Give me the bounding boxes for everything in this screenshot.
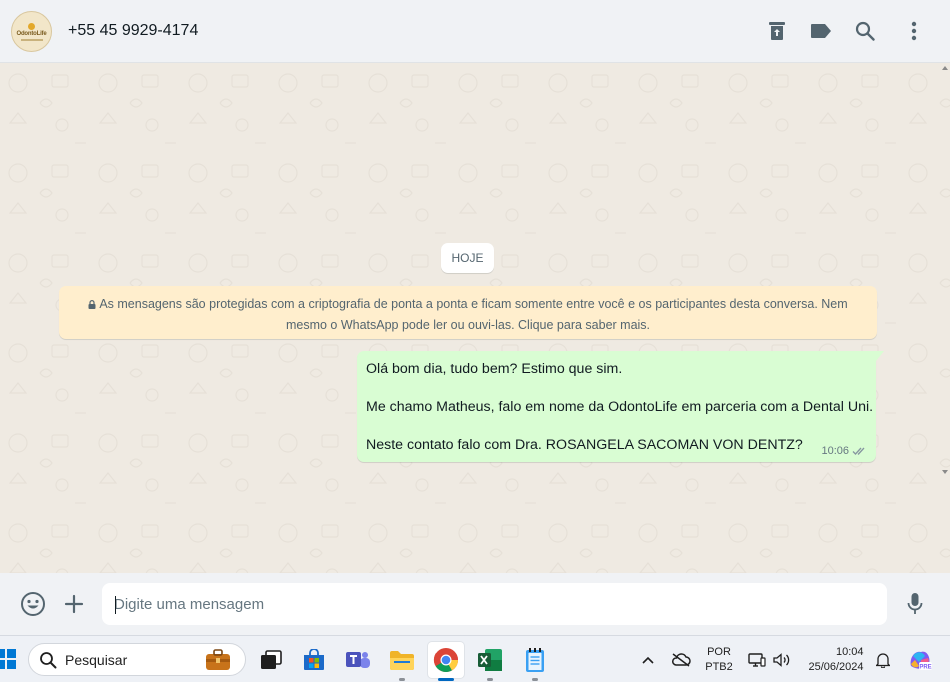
input-language-indicator[interactable]: POR PTB2 [700, 636, 738, 682]
text-caret [115, 596, 116, 614]
show-hidden-icons-chevron-icon[interactable] [638, 636, 658, 682]
task-view-icon[interactable] [253, 642, 289, 678]
contact-avatar[interactable]: OdontoLife [11, 11, 52, 52]
taskbar-search[interactable]: Pesquisar [28, 643, 246, 676]
avatar-brand-text: OdontoLife [16, 30, 47, 37]
app-running-indicator [532, 678, 538, 681]
notification-bell-icon[interactable] [873, 636, 893, 682]
language-code: POR [707, 645, 731, 658]
notepad-icon[interactable] [517, 642, 553, 681]
cloud-offline-icon[interactable] [669, 636, 693, 682]
encryption-notice[interactable]: As mensagens são protegidas com a cripto… [59, 286, 877, 339]
app-active-indicator [438, 678, 454, 681]
encryption-notice-text: As mensagens são protegidas com a cripto… [99, 297, 848, 332]
search-icon[interactable] [851, 17, 879, 45]
contact-name[interactable]: +55 45 9929-4174 [68, 22, 198, 40]
teams-icon[interactable] [340, 642, 376, 678]
avatar-logo-line [20, 38, 43, 41]
avatar-logo-mark [28, 22, 35, 30]
taskbar-search-label: Pesquisar [65, 651, 128, 668]
windows-taskbar: Pesquisar POR PTB2 10:04 25/06/2024 PRE [0, 635, 950, 682]
scroll-up-arrow-icon[interactable] [942, 66, 948, 70]
microphone-icon[interactable] [901, 590, 929, 618]
keyboard-layout: PTB2 [705, 660, 733, 673]
excel-icon[interactable] [472, 642, 508, 681]
clock-time: 10:04 [836, 645, 864, 658]
app-running-indicator [399, 678, 405, 681]
app-running-indicator [487, 678, 493, 681]
system-clock[interactable]: 10:04 25/06/2024 [803, 636, 869, 682]
briefcase-icon [206, 649, 230, 670]
message-line: Olá bom dia, tudo bem? Estimo que sim. [366, 361, 623, 377]
microsoft-store-icon[interactable] [296, 642, 332, 678]
network-icon[interactable] [746, 636, 768, 682]
clock-date: 25/06/2024 [808, 660, 864, 673]
windows-start-icon[interactable] [0, 649, 16, 669]
taskbar-search-icon [40, 651, 57, 668]
label-icon[interactable] [807, 17, 835, 45]
lock-icon [88, 300, 96, 309]
message-line: Me chamo Matheus, falo em nome da Odonto… [366, 399, 874, 415]
copilot-icon[interactable]: PRE [905, 636, 935, 682]
copilot-preview-badge: PRE [919, 664, 931, 670]
file-explorer-icon[interactable] [384, 642, 420, 681]
chrome-icon[interactable] [428, 642, 464, 681]
message-line: Neste contato falo com Dra. ROSANGELA SA… [366, 437, 803, 453]
emoji-icon[interactable] [19, 590, 47, 618]
more-options-icon[interactable] [900, 17, 928, 45]
chat-header: OdontoLife +55 45 9929-4174 [0, 0, 950, 63]
date-separator: HOJE [441, 243, 494, 273]
message-time: 10:06 [821, 445, 849, 457]
plus-attach-icon[interactable] [60, 590, 88, 618]
message-input[interactable] [102, 583, 887, 625]
archive-icon[interactable] [763, 17, 791, 45]
scroll-down-arrow-icon[interactable] [942, 470, 948, 474]
bubble-tail [876, 351, 884, 361]
message-composer [0, 573, 950, 635]
double-check-icon [852, 447, 865, 455]
message-meta: 10:06 [821, 445, 868, 457]
volume-icon[interactable] [771, 636, 793, 682]
outgoing-message-bubble[interactable]: Olá bom dia, tudo bem? Estimo que sim. M… [357, 351, 884, 462]
